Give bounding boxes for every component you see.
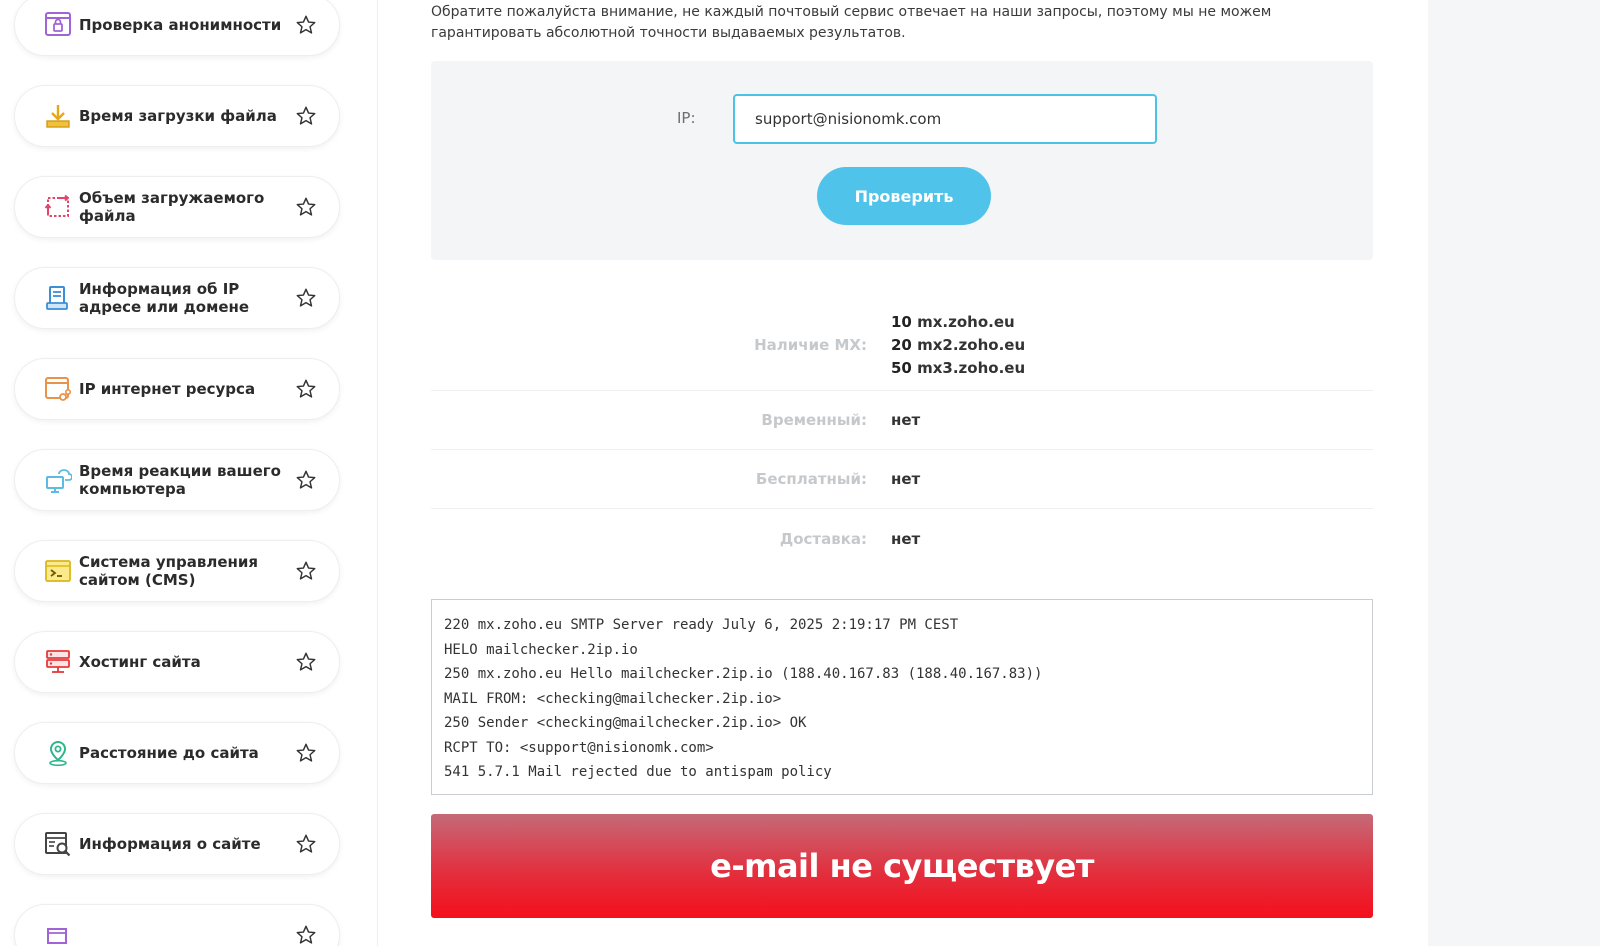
mx-record: 20 mx2.zoho.eu — [891, 335, 1026, 354]
location-pin-icon — [41, 736, 75, 770]
sidebar-item-label: Расстояние до сайта — [79, 744, 259, 762]
sidebar-item-label: Проверка анонимности — [79, 16, 282, 34]
favorite-star-icon[interactable] — [295, 742, 317, 764]
check-button[interactable]: Проверить — [817, 167, 991, 225]
sidebar-item-label: Информация об IP адресе или домене — [79, 280, 250, 316]
partial-item-icon — [41, 918, 75, 946]
status-banner: e-mail не существует — [431, 814, 1373, 918]
sidebar-item-upload-size[interactable]: Объем загружаемого файла — [14, 176, 340, 238]
computer-reaction-icon — [41, 463, 75, 497]
free-value: нет — [891, 470, 921, 488]
sidebar-item-web-resource-ip[interactable]: IP интернет ресурса — [14, 358, 340, 420]
sidebar-item-anonymity[interactable]: Проверка анонимности — [14, 0, 340, 56]
temporary-value: нет — [891, 411, 921, 429]
sidebar-item-label: Система управления сайтом (CMS) — [79, 553, 259, 589]
sidebar-item-label: Объем загружаемого файла — [79, 189, 265, 225]
ip-label: IP: — [677, 109, 696, 127]
result-row-mx: Наличие MX: 10 mx.zoho.eu 20 mx2.zoho.eu… — [431, 300, 1373, 391]
sidebar-item-download-time[interactable]: Время загрузки файла — [14, 85, 340, 147]
smtp-log: 220 mx.zoho.eu SMTP Server ready July 6,… — [431, 599, 1373, 795]
sidebar-item-distance[interactable]: Расстояние до сайта — [14, 722, 340, 784]
sidebar-item-site-info[interactable]: Информация о сайте — [14, 813, 340, 875]
favorite-star-icon[interactable] — [295, 651, 317, 673]
favorite-star-icon[interactable] — [295, 14, 317, 36]
right-gutter — [1428, 0, 1600, 946]
delivery-label: Доставка: — [779, 529, 867, 548]
sidebar-item-label: Хостинг сайта — [79, 653, 201, 671]
delivery-value: нет — [891, 529, 921, 548]
ip-info-icon — [41, 281, 75, 315]
download-icon — [41, 99, 75, 133]
sidebar-item-label: Время реакции вашего компьютера — [79, 462, 281, 498]
site-info-icon — [41, 827, 75, 861]
log-line: RCPT TO: <support@nisionomk.com> — [444, 739, 714, 756]
sidebar-item-cms[interactable]: Система управления сайтом (CMS) — [14, 540, 340, 602]
sidebar: Проверка анонимности Время загрузки файл… — [0, 0, 378, 946]
results-table: Наличие MX: 10 mx.zoho.eu 20 mx2.zoho.eu… — [431, 300, 1373, 568]
sidebar-item-label: IP интернет ресурса — [79, 380, 256, 398]
upload-size-icon — [41, 190, 75, 224]
mx-record: 10 mx.zoho.eu — [891, 312, 1015, 331]
sidebar-item-ip-info[interactable]: Информация об IP адресе или домене — [14, 267, 340, 329]
log-line: MAIL FROM: <checking@mailchecker.2ip.io> — [444, 690, 782, 707]
favorite-star-icon[interactable] — [295, 924, 317, 946]
page: Проверка анонимности Время загрузки файл… — [0, 0, 1600, 946]
favorite-star-icon[interactable] — [295, 196, 317, 218]
sidebar-item-label: Информация о сайте — [79, 835, 261, 853]
log-line: HELO mailchecker.2ip.io — [444, 641, 638, 658]
favorite-star-icon[interactable] — [295, 378, 317, 400]
log-line: 250 mx.zoho.eu Hello mailchecker.2ip.io … — [444, 666, 1043, 682]
email-input[interactable] — [733, 94, 1157, 144]
main-content: Обратите пожалуйста внимание, не каждый … — [378, 0, 1428, 946]
result-row-temporary: Временный: нет — [431, 391, 1373, 450]
log-line: 541 5.7.1 Mail rejected due to antispam … — [444, 764, 832, 780]
accuracy-notice: Обратите пожалуйста внимание, не каждый … — [431, 4, 1272, 41]
mx-records: 10 mx.zoho.eu 20 mx2.zoho.eu 50 mx3.zoho… — [891, 311, 1025, 380]
log-line: 220 mx.zoho.eu SMTP Server ready July 6,… — [444, 617, 959, 633]
sidebar-item-label: Время загрузки файла — [79, 107, 277, 125]
sidebar-item-computer-reaction[interactable]: Время реакции вашего компьютера — [14, 449, 340, 511]
favorite-star-icon[interactable] — [295, 105, 317, 127]
temporary-label: Временный: — [761, 411, 867, 429]
check-form: IP: Проверить — [431, 61, 1373, 260]
result-row-delivery: Доставка: нет — [431, 509, 1373, 568]
mx-record: 50 mx3.zoho.eu — [891, 358, 1026, 377]
log-line: 250 Sender <checking@mailchecker.2ip.io>… — [444, 715, 807, 731]
hosting-server-icon — [41, 645, 75, 679]
web-resource-icon — [41, 372, 75, 406]
sidebar-item-hosting[interactable]: Хостинг сайта — [14, 631, 340, 693]
sidebar-item-partial[interactable] — [14, 904, 340, 946]
favorite-star-icon[interactable] — [295, 833, 317, 855]
result-row-free: Бесплатный: нет — [431, 450, 1373, 509]
cms-terminal-icon — [41, 554, 75, 588]
favorite-star-icon[interactable] — [295, 469, 317, 491]
free-label: Бесплатный: — [755, 470, 867, 488]
favorite-star-icon[interactable] — [295, 287, 317, 309]
anonymity-lock-icon — [41, 8, 75, 42]
favorite-star-icon[interactable] — [295, 560, 317, 582]
mx-label: Наличие MX: — [754, 336, 867, 354]
